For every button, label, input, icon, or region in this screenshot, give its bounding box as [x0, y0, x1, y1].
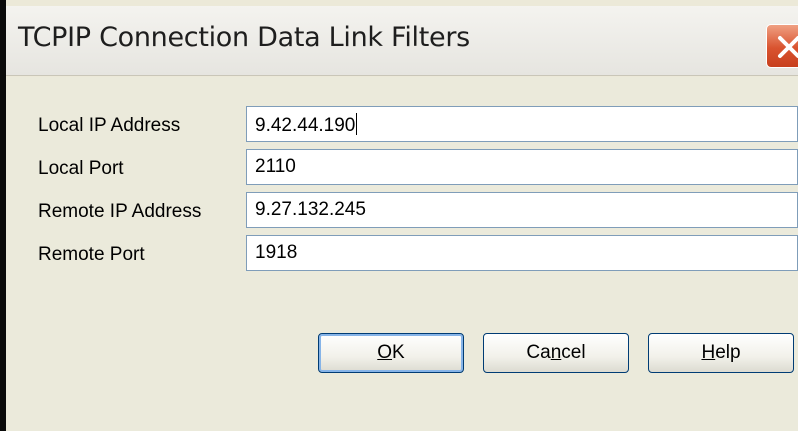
dialog-body: Local IP Address 9.42.44.190 Local Port …	[6, 77, 798, 431]
field-row-local-port: Local Port 2110	[6, 149, 798, 185]
local-port-label: Local Port	[38, 158, 124, 179]
dialog-window: TCPIP Connection Data Link Filters Local…	[0, 0, 798, 431]
local-port-value: 2110	[255, 156, 296, 177]
cancel-button[interactable]: Cancel	[483, 333, 629, 373]
local-port-input[interactable]: 2110	[246, 149, 798, 185]
remote-ip-label: Remote IP Address	[38, 201, 202, 222]
remote-ip-value: 9.27.132.245	[255, 199, 366, 220]
ok-button[interactable]: OK	[318, 333, 464, 373]
dialog-title: TCPIP Connection Data Link Filters	[18, 22, 470, 53]
help-button-label: Help	[701, 342, 741, 363]
remote-port-label: Remote Port	[38, 244, 145, 265]
ok-button-label: OK	[377, 342, 405, 363]
field-row-local-ip: Local IP Address 9.42.44.190	[6, 106, 798, 142]
field-row-remote-port: Remote Port 1918	[6, 235, 798, 271]
remote-ip-input[interactable]: 9.27.132.245	[246, 192, 798, 228]
title-bar[interactable]: TCPIP Connection Data Link Filters	[6, 6, 798, 76]
local-ip-input[interactable]: 9.42.44.190	[246, 106, 798, 142]
remote-port-input[interactable]: 1918	[246, 235, 798, 271]
cancel-button-label: Cancel	[526, 342, 586, 363]
help-button[interactable]: Help	[648, 333, 794, 373]
close-button[interactable]	[766, 24, 798, 68]
text-caret	[356, 113, 358, 135]
remote-port-value: 1918	[255, 242, 298, 263]
close-icon	[778, 36, 798, 58]
local-ip-label: Local IP Address	[38, 115, 181, 136]
field-row-remote-ip: Remote IP Address 9.27.132.245	[6, 192, 798, 228]
local-ip-value: 9.42.44.190	[255, 115, 356, 136]
